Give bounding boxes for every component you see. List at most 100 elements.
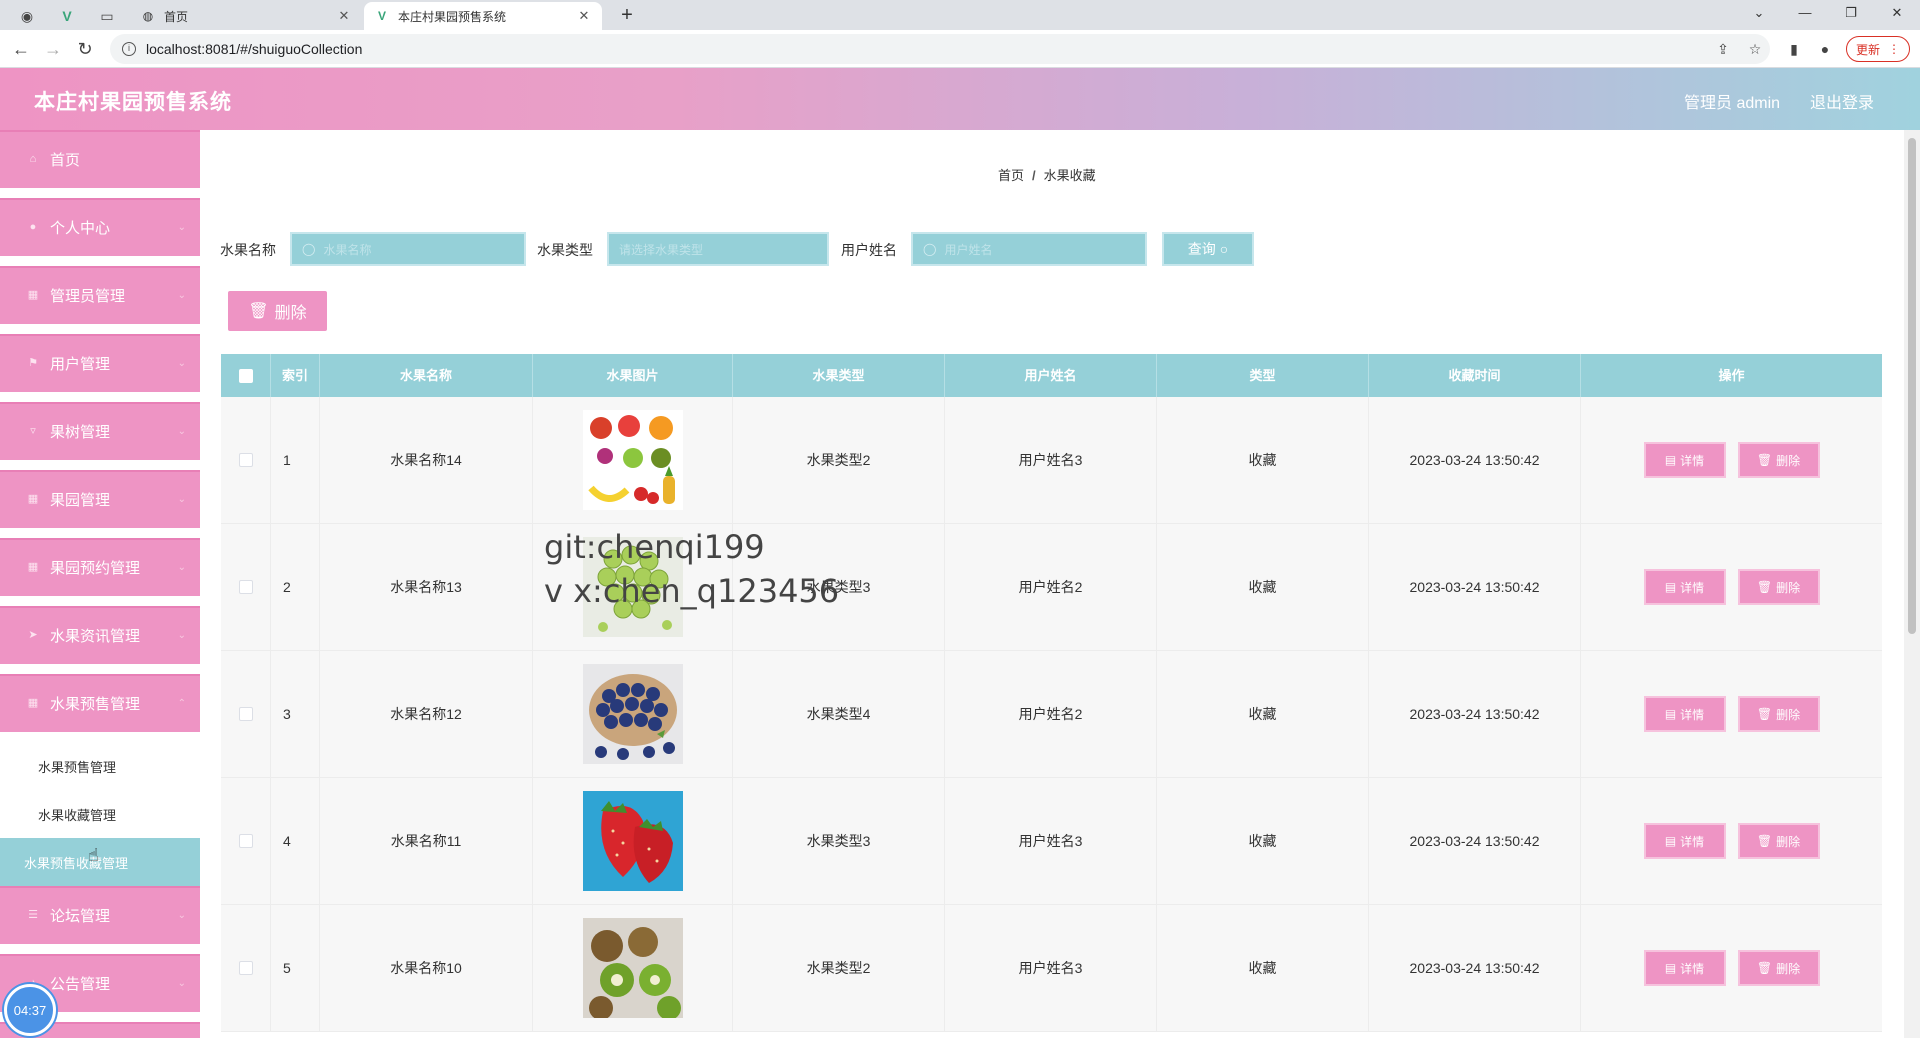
scrollbar-thumb[interactable]: [1908, 138, 1916, 634]
cell-collect-time: 2023-03-24 13:50:42: [1369, 651, 1581, 777]
tab-search-icon[interactable]: ⌄: [1736, 0, 1782, 26]
browser-tab-bar: ◉ V ▭ ◍ 首页 ✕ V 本庄村果园预售系统 ✕ + ⌄ — ❐ ✕: [0, 0, 1920, 30]
delete-label: 删除: [1776, 453, 1801, 468]
cell-fruit-name: 水果名称14: [320, 397, 533, 523]
sidebar-item-forum[interactable]: ☰ 论坛管理 ⌄: [0, 886, 200, 946]
sidebar-item-home[interactable]: ⌂ 首页: [0, 130, 200, 190]
fruit-image-kiwis[interactable]: [582, 918, 683, 1018]
cell-fruit-type: 水果类型3: [733, 778, 945, 904]
cell-actions: ▤ 详情 🗑 删除: [1581, 905, 1882, 1031]
document-icon: ▤: [1664, 961, 1677, 975]
delete-button[interactable]: 🗑 删除: [1737, 823, 1820, 859]
grid-icon: ▦: [27, 561, 39, 573]
select-all-checkbox[interactable]: [238, 368, 253, 383]
recording-timer[interactable]: 04:37: [4, 984, 56, 1036]
fruit-image-mixed[interactable]: [582, 410, 683, 510]
column-header-fruit-name: 水果名称: [320, 354, 533, 397]
flag-icon: ⚑: [28, 357, 38, 369]
reload-icon[interactable]: ↻: [72, 36, 98, 62]
logout-link[interactable]: 退出登录: [1810, 89, 1874, 113]
cell-index: 1: [271, 397, 320, 523]
profile-icon[interactable]: ●: [1815, 39, 1835, 59]
cup-icon: ▿: [30, 425, 36, 437]
send-icon: ➤: [28, 629, 38, 641]
site-info-icon[interactable]: i: [122, 42, 136, 56]
detail-label: 详情: [1680, 834, 1705, 849]
cell-actions: ▤ 详情 🗑 删除: [1581, 524, 1882, 650]
bulk-delete-button[interactable]: 🗑 删除: [228, 291, 327, 331]
chevron-down-icon: ⌄: [177, 222, 186, 233]
sidebar-item-fruit-news[interactable]: ➤ 水果资讯管理 ⌄: [0, 606, 200, 666]
cell-user-name: 用户姓名3: [945, 397, 1157, 523]
sidebar-item-fruit-trees[interactable]: ▿ 果树管理 ⌄: [0, 402, 200, 462]
app-title: 本庄村果园预售系统: [34, 91, 232, 114]
submenu-item-presale[interactable]: 水果预售管理: [0, 742, 200, 790]
close-tab-icon[interactable]: ✕: [576, 8, 592, 24]
sidebar-item-fruit-presale[interactable]: ▦ 水果预售管理 ⌃: [0, 674, 200, 734]
sidebar-item-personal-center[interactable]: ● 个人中心 ⌄: [0, 198, 200, 258]
chevron-down-icon: ⌄: [177, 358, 186, 369]
delete-button[interactable]: 🗑 删除: [1737, 569, 1820, 605]
detail-button[interactable]: ▤ 详情: [1643, 950, 1726, 986]
delete-button[interactable]: 🗑 删除: [1737, 442, 1820, 478]
update-button[interactable]: 更新 ⋮: [1846, 36, 1910, 62]
detail-button[interactable]: ▤ 详情: [1643, 569, 1726, 605]
submenu-item-presale-collection[interactable]: 水果预售收藏管理: [0, 838, 200, 886]
url-input[interactable]: i localhost:8081/#/shuiguoCollection: [110, 34, 1770, 64]
bookmark-star-icon[interactable]: ☆: [1745, 39, 1765, 59]
row-select-cell: [221, 778, 271, 904]
cell-kind: 收藏: [1157, 778, 1369, 904]
cell-fruit-image: [533, 397, 733, 523]
side-panel-icon[interactable]: ▮: [1784, 39, 1804, 59]
detail-button[interactable]: ▤ 详情: [1643, 823, 1726, 859]
detail-label: 详情: [1680, 961, 1705, 976]
document-icon: ▤: [1664, 707, 1677, 721]
fruit-image-blueberries[interactable]: [582, 664, 683, 764]
fruit-image-strawberries[interactable]: [582, 791, 683, 891]
breadcrumb-home[interactable]: 首页: [998, 168, 1024, 183]
breadcrumb-current: 水果收藏: [1043, 168, 1096, 183]
submenu-item-collection[interactable]: 水果收藏管理: [0, 790, 200, 838]
row-checkbox[interactable]: [238, 453, 253, 467]
back-icon[interactable]: ←: [8, 36, 34, 62]
detail-button[interactable]: ▤ 详情: [1643, 696, 1726, 732]
close-tab-icon[interactable]: ✕: [336, 8, 352, 24]
forward-icon[interactable]: →: [40, 36, 66, 62]
detail-button[interactable]: ▤ 详情: [1643, 442, 1726, 478]
tab-current[interactable]: V 本庄村果园预售系统 ✕: [364, 2, 602, 30]
cell-fruit-name: 水果名称12: [320, 651, 533, 777]
row-checkbox[interactable]: [238, 580, 253, 594]
close-window-button[interactable]: ✕: [1874, 0, 1920, 26]
row-checkbox[interactable]: [238, 961, 253, 975]
new-tab-button[interactable]: +: [614, 3, 640, 29]
restore-button[interactable]: ❐: [1828, 0, 1874, 26]
vue-icon[interactable]: V: [54, 3, 80, 29]
row-checkbox[interactable]: [238, 707, 253, 721]
trash-icon: 🗑: [1756, 580, 1773, 594]
chevron-down-icon: ⌄: [177, 978, 186, 989]
delete-button[interactable]: 🗑 删除: [1737, 696, 1820, 732]
sidebar-item-label: 首页: [50, 151, 81, 169]
app-header: 本庄村果园预售系统 管理员 admin 退出登录: [0, 68, 1920, 130]
user-name-input[interactable]: ◯ 用户姓名: [911, 232, 1147, 266]
sidebar-item-admin[interactable]: ▦ 管理员管理 ⌄: [0, 266, 200, 326]
fruit-name-input[interactable]: ◯ 水果名称: [290, 232, 526, 266]
query-label: 查询: [1187, 241, 1216, 257]
fruit-type-select[interactable]: 请选择水果类型: [607, 232, 829, 266]
tab-home[interactable]: ◍ 首页 ✕: [130, 2, 362, 30]
github-icon[interactable]: ◉: [14, 3, 40, 29]
sidebar-item-users[interactable]: ⚑ 用户管理 ⌄: [0, 334, 200, 394]
sidebar-item-orchards[interactable]: ▦ 果园管理 ⌄: [0, 470, 200, 530]
chevron-up-icon: ⌃: [177, 698, 186, 709]
row-checkbox[interactable]: [238, 834, 253, 848]
minimize-button[interactable]: —: [1782, 0, 1828, 26]
submenu-item-label: 水果预售收藏管理: [24, 855, 129, 871]
blank-tab-icon[interactable]: ▭: [94, 3, 120, 29]
vue-icon: V: [377, 9, 386, 23]
page-scrollbar[interactable]: [1904, 130, 1920, 1038]
query-button[interactable]: 查询 ○: [1162, 232, 1254, 266]
cell-fruit-type: 水果类型2: [733, 905, 945, 1031]
share-icon[interactable]: ⇪: [1713, 39, 1733, 59]
sidebar-item-orchard-booking[interactable]: ▦ 果园预约管理 ⌄: [0, 538, 200, 598]
delete-button[interactable]: 🗑 删除: [1737, 950, 1820, 986]
